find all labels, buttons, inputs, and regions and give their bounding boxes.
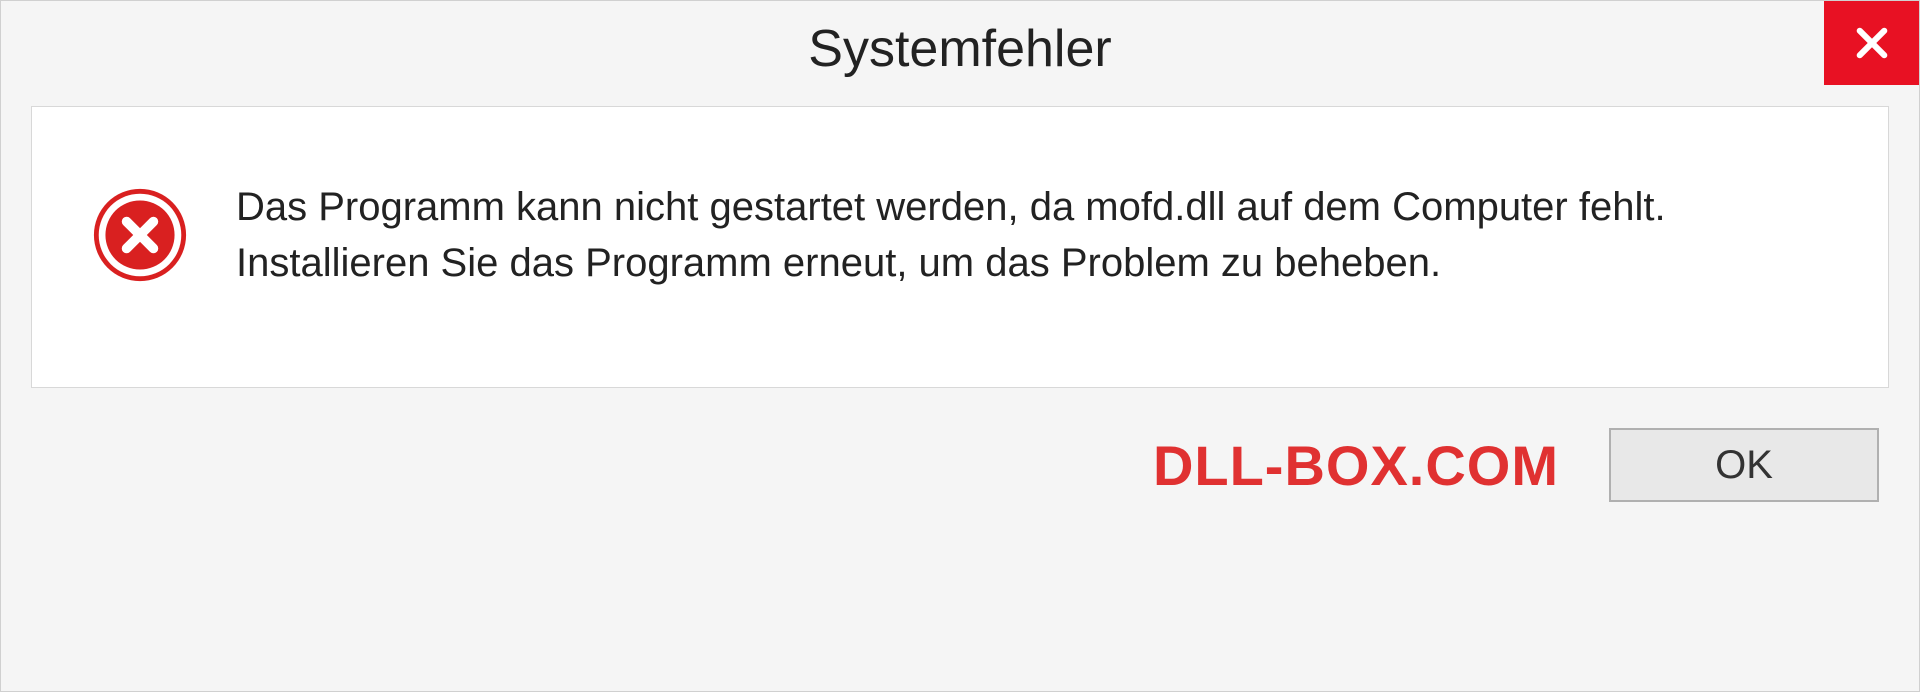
title-bar: Systemfehler (1, 1, 1919, 96)
close-icon (1851, 22, 1893, 64)
watermark-text: DLL-BOX.COM (1153, 433, 1559, 498)
error-icon (92, 187, 188, 283)
dialog-title: Systemfehler (808, 19, 1111, 79)
dialog-footer: DLL-BOX.COM OK (1, 408, 1919, 532)
content-panel: Das Programm kann nicht gestartet werden… (31, 106, 1889, 388)
ok-button[interactable]: OK (1609, 428, 1879, 502)
error-dialog: Systemfehler Das Programm kann nicht ges… (0, 0, 1920, 692)
error-message: Das Programm kann nicht gestartet werden… (236, 179, 1796, 291)
close-button[interactable] (1824, 1, 1919, 85)
